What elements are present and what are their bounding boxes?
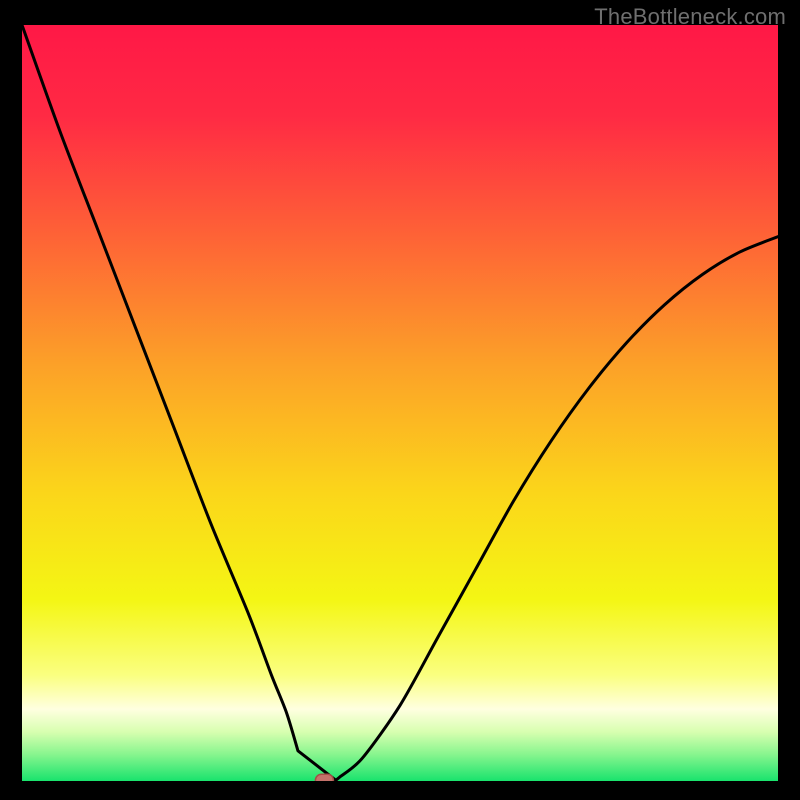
watermark-text: TheBottleneck.com (594, 4, 786, 30)
plot-outer (22, 25, 778, 781)
chart-frame: TheBottleneck.com (0, 0, 800, 800)
plot-gradient-bg (22, 25, 778, 781)
